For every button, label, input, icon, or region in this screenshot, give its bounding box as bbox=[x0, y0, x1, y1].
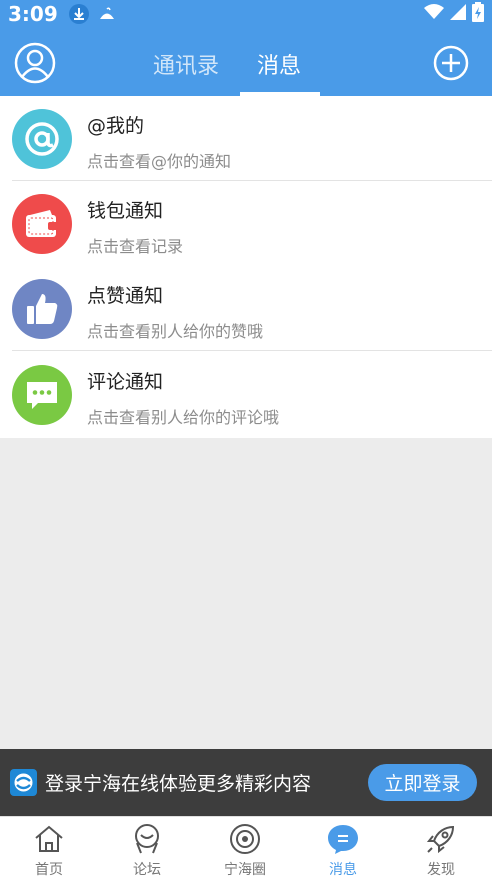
nav-label: 发现 bbox=[427, 862, 455, 878]
list-item-title: @我的 bbox=[87, 115, 145, 137]
nav-item-home[interactable]: 首页 bbox=[0, 817, 98, 880]
plus-icon bbox=[433, 45, 469, 81]
forum-icon bbox=[135, 824, 159, 854]
list-item-subtitle: 点击查看@你的通知 bbox=[87, 152, 232, 171]
nav-label: 消息 bbox=[329, 862, 357, 878]
login-banner: 登录宁海在线体验更多精彩内容 立即登录 bbox=[0, 749, 492, 816]
tab-messages[interactable]: 消息 bbox=[257, 48, 301, 80]
home-icon bbox=[35, 825, 63, 852]
list-item-title: 钱包通知 bbox=[87, 200, 164, 222]
list-item-subtitle: 点击查看别人给你的评论哦 bbox=[87, 408, 280, 427]
nav-item-circle[interactable]: 宁海圈 bbox=[196, 817, 294, 880]
list-item-subtitle: 点击查看别人给你的赞哦 bbox=[87, 322, 264, 341]
status-bar: 3:09 bbox=[0, 0, 492, 28]
tab-contacts[interactable]: 通讯录 bbox=[153, 48, 219, 80]
nav-label: 论坛 bbox=[133, 862, 161, 878]
circle-icon bbox=[230, 824, 260, 854]
battery-icon bbox=[472, 2, 484, 26]
divider bbox=[12, 350, 492, 351]
status-time: 3:09 bbox=[8, 2, 58, 26]
notification-app-icon bbox=[98, 6, 116, 22]
comment-icon bbox=[12, 365, 72, 425]
add-button[interactable] bbox=[433, 45, 469, 81]
wallet-icon bbox=[12, 194, 72, 254]
list-item-wallet[interactable]: 钱包通知 点击查看记录 bbox=[0, 181, 492, 266]
login-button[interactable]: 立即登录 bbox=[368, 764, 477, 801]
rocket-icon bbox=[426, 825, 455, 854]
list-item-title: 点赞通知 bbox=[87, 285, 164, 307]
nav-label: 宁海圈 bbox=[224, 862, 266, 878]
list-item-comments[interactable]: 评论通知 点击查看别人给你的评论哦 bbox=[0, 352, 492, 437]
message-list: @我的 点击查看@你的通知 钱包通知 点击查看记录 点赞通知 点击查看别人给你的… bbox=[0, 96, 492, 438]
list-item-likes[interactable]: 点赞通知 点击查看别人给你的赞哦 bbox=[0, 266, 492, 351]
nav-item-discover[interactable]: 发现 bbox=[392, 817, 490, 880]
login-banner-text: 登录宁海在线体验更多精彩内容 bbox=[45, 773, 312, 795]
nav-label: 首页 bbox=[35, 862, 63, 878]
list-item-subtitle: 点击查看记录 bbox=[87, 237, 184, 256]
top-bar: 通讯录 消息 bbox=[0, 28, 492, 96]
download-icon bbox=[68, 3, 90, 25]
user-icon bbox=[14, 42, 56, 84]
nav-item-forum[interactable]: 论坛 bbox=[98, 817, 196, 880]
app-logo-icon bbox=[10, 769, 37, 796]
list-item-at-me[interactable]: @我的 点击查看@你的通知 bbox=[0, 96, 492, 181]
thumbs-up-icon bbox=[12, 279, 72, 339]
nav-item-messages[interactable]: 消息 bbox=[294, 817, 392, 880]
bottom-nav: 首页 论坛 宁海圈 消息 发现 bbox=[0, 816, 492, 880]
list-item-title: 评论通知 bbox=[87, 371, 164, 393]
user-avatar-button[interactable] bbox=[14, 42, 56, 84]
wifi-icon bbox=[424, 4, 444, 24]
signal-icon bbox=[450, 4, 466, 24]
at-icon bbox=[12, 109, 72, 169]
message-icon bbox=[328, 825, 358, 854]
